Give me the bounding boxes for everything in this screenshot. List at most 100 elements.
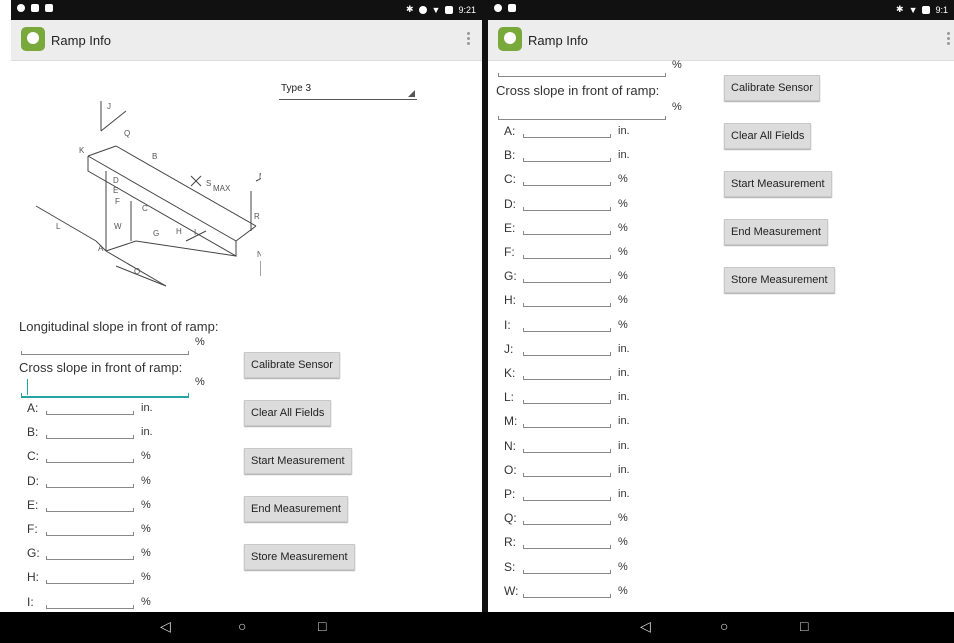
measurement-field[interactable] — [523, 270, 611, 284]
vibrate-icon — [418, 5, 427, 14]
measurement-field[interactable] — [523, 319, 611, 332]
row-label: B: — [27, 425, 39, 440]
back-icon[interactable]: ◁ — [640, 618, 651, 635]
status-bar: ✱ ▼ 9:21 — [11, 0, 482, 20]
measurement-field[interactable] — [46, 547, 134, 561]
row-label: P: — [504, 487, 516, 501]
measurement-field[interactable] — [523, 415, 611, 429]
measurement-field[interactable] — [523, 294, 611, 308]
measurement-field[interactable] — [523, 561, 611, 574]
measurement-field[interactable] — [46, 499, 134, 512]
measurement-field[interactable] — [523, 198, 611, 211]
end-measurement-button[interactable]: End Measurement — [724, 219, 828, 245]
overflow-menu-icon[interactable] — [466, 31, 470, 47]
app-title: Ramp Info — [528, 33, 588, 48]
battery-icon — [445, 5, 454, 14]
measurement-field[interactable] — [46, 450, 134, 464]
row-label: Q: — [504, 511, 517, 526]
longitudinal-slope-field[interactable] — [21, 342, 189, 355]
measurement-field[interactable] — [523, 391, 611, 405]
diagram-label-s: S — [206, 179, 211, 188]
longitudinal-slope-label: Longitudinal slope in front of ramp: — [19, 319, 219, 334]
end-measurement-button[interactable]: End Measurement — [244, 496, 348, 522]
row-label: H: — [504, 293, 516, 308]
form-content: Type 3 J Q B K S MAX D E F C W G H I R L… — [11, 61, 482, 612]
measurement-field[interactable] — [523, 173, 611, 187]
row-unit: % — [618, 197, 628, 210]
store-measurement-button[interactable]: Store Measurement — [244, 544, 355, 570]
diagram-label-r: R — [254, 212, 260, 221]
clear-all-fields-button[interactable]: Clear All Fields — [244, 400, 332, 426]
cross-slope-field[interactable] — [21, 379, 189, 398]
diagram-label-o: O — [134, 267, 140, 276]
row-label: E: — [27, 497, 39, 512]
diagram-label-k: K — [79, 146, 85, 155]
start-measurement-button[interactable]: Start Measurement — [724, 171, 832, 197]
diagram-label-b: B — [152, 152, 157, 161]
measurement-field[interactable] — [46, 571, 134, 585]
measurement-field[interactable] — [46, 475, 134, 488]
measurement-field[interactable] — [46, 523, 134, 536]
measurement-field[interactable] — [46, 402, 134, 415]
longitudinal-slope-field[interactable] — [498, 64, 666, 77]
measurement-field[interactable] — [523, 512, 611, 526]
measurement-field[interactable] — [523, 440, 611, 453]
store-measurement-button[interactable]: Store Measurement — [724, 267, 835, 293]
row-label: L: — [504, 390, 515, 405]
overflow-menu-icon[interactable] — [946, 31, 950, 47]
android-app-icon — [21, 27, 45, 51]
row-unit: in. — [618, 463, 630, 476]
diagram-label-j: J — [107, 102, 111, 111]
battery-icon — [922, 5, 931, 14]
app-title: Ramp Info — [51, 33, 111, 48]
recents-icon[interactable]: □ — [318, 618, 326, 634]
measurement-field[interactable] — [46, 596, 134, 609]
home-icon[interactable]: ○ — [720, 618, 728, 634]
row-label: G: — [504, 269, 517, 284]
cross-slope-field[interactable] — [498, 107, 666, 120]
row-label: H: — [27, 570, 39, 585]
diagram-label-n: N — [257, 250, 261, 259]
measurement-field[interactable] — [523, 149, 611, 163]
row-label: R: — [504, 535, 516, 550]
longitudinal-unit: % — [195, 336, 205, 348]
android-app-icon — [498, 27, 522, 51]
measurement-field[interactable] — [523, 488, 611, 501]
measurement-field[interactable] — [523, 246, 611, 259]
measurement-field[interactable] — [523, 585, 611, 598]
measurement-field[interactable] — [46, 426, 134, 440]
row-unit: % — [618, 536, 628, 549]
row-label: K: — [504, 366, 516, 380]
diagram-label-l: L — [56, 222, 61, 231]
row-label: A: — [504, 124, 516, 138]
row-unit: in. — [618, 439, 630, 452]
row-label: J: — [504, 341, 514, 356]
row-unit: in. — [141, 426, 153, 439]
measurement-field[interactable] — [523, 367, 611, 380]
diagram-label-d: D — [113, 176, 119, 185]
row-label: C: — [504, 172, 516, 187]
image-icon — [31, 4, 39, 12]
home-icon[interactable]: ○ — [238, 618, 246, 634]
calibrate-sensor-button[interactable]: Calibrate Sensor — [724, 75, 820, 101]
row-label: O: — [504, 462, 517, 477]
row-label: M: — [504, 414, 518, 429]
calibrate-sensor-button[interactable]: Calibrate Sensor — [244, 352, 340, 378]
back-icon[interactable]: ◁ — [160, 618, 171, 635]
recents-icon[interactable]: □ — [800, 618, 808, 634]
measurement-field[interactable] — [523, 125, 611, 138]
dropdown-triangle-icon — [408, 90, 415, 97]
clear-all-fields-button[interactable]: Clear All Fields — [724, 123, 812, 149]
measurement-field[interactable] — [523, 464, 611, 477]
measurement-field[interactable] — [523, 343, 611, 356]
row-label: D: — [27, 473, 39, 488]
row-label: E: — [504, 220, 516, 235]
row-unit: % — [141, 450, 151, 463]
start-measurement-button[interactable]: Start Measurement — [244, 448, 352, 474]
row-unit: % — [618, 221, 628, 234]
diagram-label-q: Q — [124, 129, 130, 138]
ramp-type-spinner[interactable]: Type 3 — [279, 81, 417, 100]
row-label: S: — [504, 559, 516, 574]
measurement-field[interactable] — [523, 222, 611, 235]
measurement-field[interactable] — [523, 536, 611, 550]
